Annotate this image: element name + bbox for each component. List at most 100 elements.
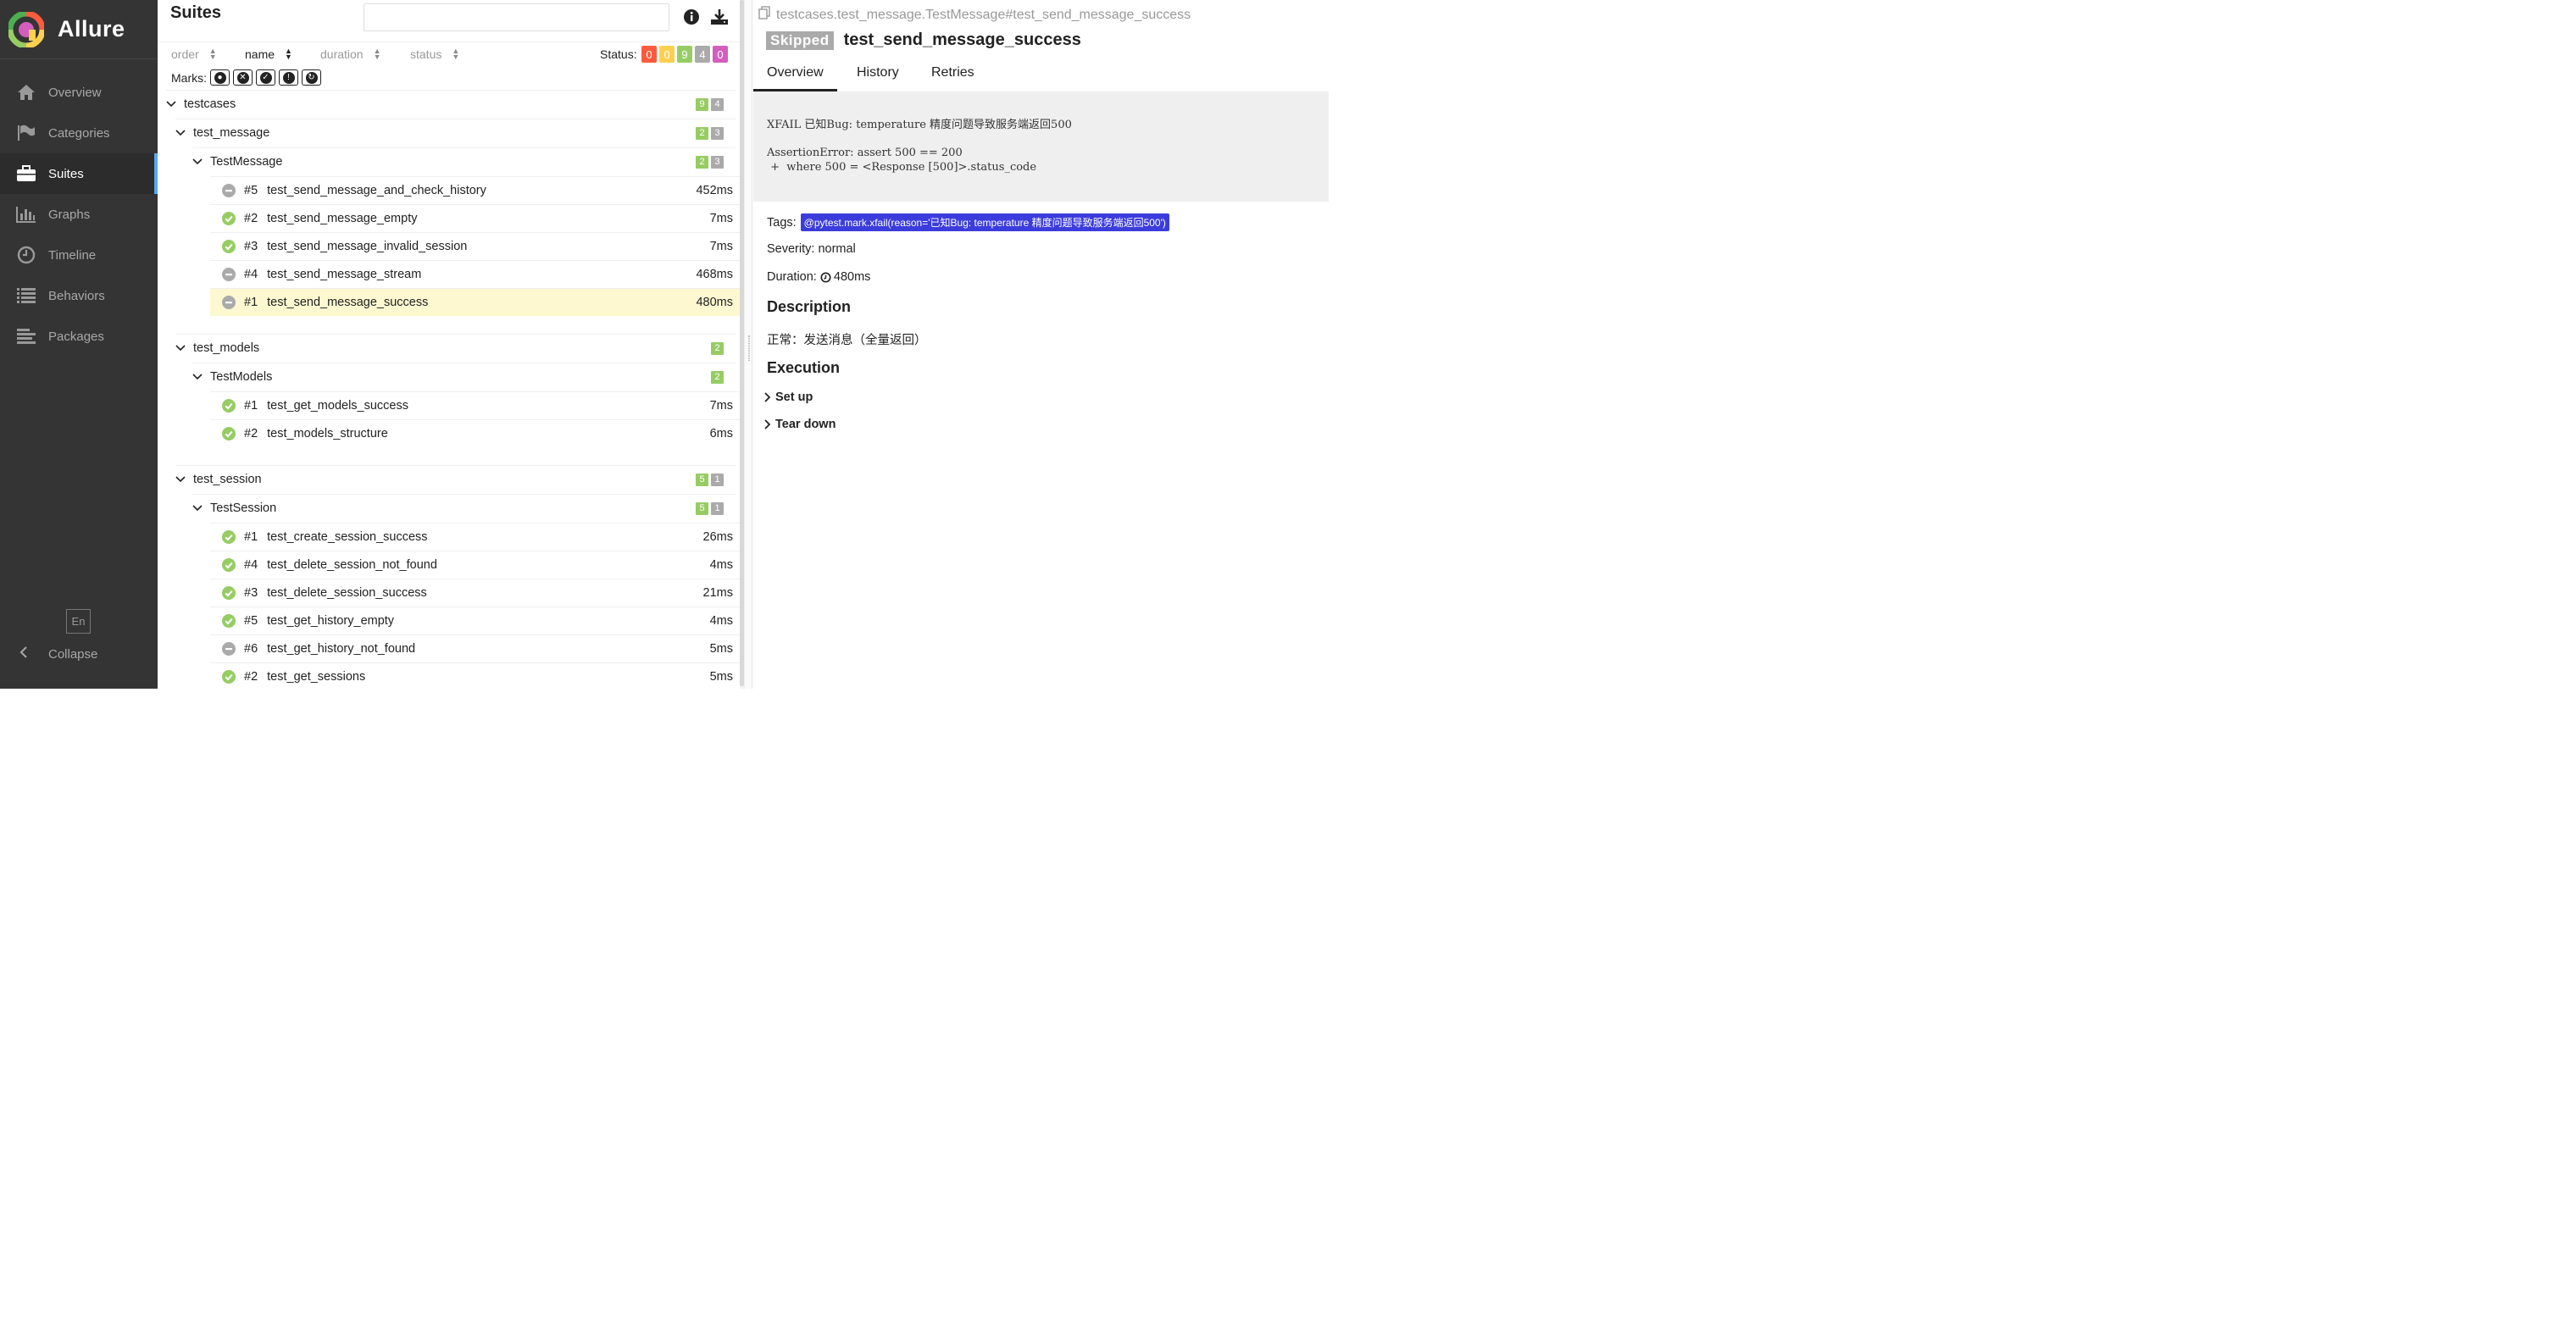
count-badges: 23 xyxy=(696,126,724,140)
test-duration: 21ms xyxy=(702,586,733,600)
test-order: #2 xyxy=(244,670,258,684)
exclamation-circle-icon: ! xyxy=(282,71,295,84)
sort-bar: order ▲ ▼ name ▲ ▼ duration ▲ ▼ status ▲ ▼ Status: … xyxy=(158,42,744,66)
test-row[interactable]: #2 test_models_structure 6ms xyxy=(210,419,744,447)
sidebar-item-behaviors[interactable]: Behaviors xyxy=(0,275,158,316)
tree-class[interactable]: TestSession 5 1 xyxy=(192,494,736,522)
test-row[interactable]: #1 test_get_models_success 7ms xyxy=(210,391,744,419)
test-name: test_get_sessions xyxy=(267,670,366,684)
sidebar-item-packages[interactable]: Packages xyxy=(0,316,158,357)
test-duration: 452ms xyxy=(696,184,733,197)
tag-badge[interactable]: @pytest.mark.xfail(reason='已知Bug: temper… xyxy=(800,213,1169,231)
status-count-badge[interactable]: 0 xyxy=(641,46,657,63)
test-row[interactable]: #4 test_send_message_stream 468ms xyxy=(210,260,744,288)
sidebar-nav: Overview Categories Suites Graphs Timeline Be… xyxy=(0,72,158,357)
pane-splitter[interactable] xyxy=(744,0,752,689)
error-line: + where 500 = <Response [500]>.status_co… xyxy=(767,161,1037,174)
collapse-button[interactable]: Collapse xyxy=(19,645,97,662)
passed-icon xyxy=(222,670,236,684)
download-icon[interactable] xyxy=(710,8,729,30)
sidebar-item-graphs[interactable]: Graphs xyxy=(0,194,158,235)
mark-toggle[interactable]: ● xyxy=(210,69,230,86)
sort-arrows-icon: ▲ ▼ xyxy=(285,47,292,61)
tree-root[interactable]: testcases 9 4 xyxy=(166,90,736,118)
splitter-grip[interactable] xyxy=(748,335,750,361)
error-line: AssertionError: assert 500 == 200 xyxy=(767,147,963,159)
tree-module[interactable]: test_message 2 3 xyxy=(175,119,736,147)
test-name: test_get_history_empty xyxy=(267,614,395,628)
mark-toggle[interactable]: ! xyxy=(279,69,298,86)
test-duration: 4ms xyxy=(709,614,733,628)
chevron-down-icon xyxy=(166,101,176,108)
error-line xyxy=(767,132,1315,146)
test-row[interactable]: #4 test_delete_session_not_found 4ms xyxy=(210,551,744,579)
severity-value: normal xyxy=(818,242,856,256)
sort-order[interactable]: order ▲ ▼ xyxy=(171,47,217,62)
mark-toggle[interactable]: ✕ xyxy=(233,69,253,86)
passed-icon xyxy=(222,212,236,225)
test-order: #4 xyxy=(244,268,258,281)
passed-icon xyxy=(222,530,236,544)
status-count-badge[interactable]: 4 xyxy=(695,46,710,63)
sort-label: duration xyxy=(320,47,364,61)
duration-label: Duration: xyxy=(767,270,817,284)
chevron-left-icon xyxy=(19,645,32,662)
test-row[interactable]: #3 test_delete_session_success 21ms xyxy=(210,579,744,607)
tab-retries[interactable]: Retries xyxy=(931,65,974,88)
brand-title: Allure xyxy=(58,16,125,42)
test-name: test_create_session_success xyxy=(267,530,428,544)
test-duration: 5ms xyxy=(709,642,733,656)
test-row[interactable]: #3 test_send_message_invalid_session 7ms xyxy=(210,232,744,260)
chevron-down-icon xyxy=(192,505,203,512)
sidebar-item-categories[interactable]: Categories xyxy=(0,113,158,153)
test-row[interactable]: #2 test_get_sessions 5ms xyxy=(210,662,744,689)
tree-class[interactable]: TestModels 2 xyxy=(192,363,736,391)
sort-name[interactable]: name ▲ ▼ xyxy=(245,47,292,62)
language-switch[interactable]: En xyxy=(66,609,91,634)
test-row[interactable]: #1 test_send_message_success 480ms xyxy=(210,288,744,316)
sort-duration[interactable]: duration ▲ ▼ xyxy=(320,47,381,62)
test-name: test_send_message_stream xyxy=(267,268,422,281)
tree-class-label: TestModels xyxy=(210,370,273,384)
test-row[interactable]: #5 test_send_message_and_check_history 452… xyxy=(210,176,744,204)
tree-class[interactable]: TestMessage 2 3 xyxy=(192,147,736,175)
sidebar-item-suites[interactable]: Suites xyxy=(0,153,158,194)
sidebar-item-overview[interactable]: Overview xyxy=(0,72,158,113)
x-circle-icon: ✕ xyxy=(236,71,249,84)
tree-module[interactable]: test_models 2 xyxy=(175,334,736,362)
status-count-badge[interactable]: 9 xyxy=(677,46,692,63)
status-filter: 00940 xyxy=(641,46,728,63)
execution-heading: Execution xyxy=(767,359,841,376)
count-badges: 51 xyxy=(696,501,724,515)
allure-logo xyxy=(7,10,46,48)
passed-icon xyxy=(222,586,236,600)
teardown-section[interactable]: Tear down xyxy=(763,418,836,431)
severity-label: Severity: xyxy=(767,242,815,256)
status-count-badge[interactable]: 0 xyxy=(659,46,675,63)
copy-icon[interactable] xyxy=(758,6,771,24)
description-text: 正常：发送消息（全量返回） xyxy=(767,334,927,347)
mark-toggle[interactable]: ✓ xyxy=(256,69,275,86)
test-order: #2 xyxy=(244,212,258,225)
tab-history[interactable]: History xyxy=(857,65,899,88)
test-duration: 26ms xyxy=(702,530,733,544)
sidebar-item-timeline[interactable]: Timeline xyxy=(0,235,158,275)
count-badge: 5 xyxy=(696,501,708,515)
test-row[interactable]: #2 test_send_message_empty 7ms xyxy=(210,204,744,232)
tree-module[interactable]: test_session 5 1 xyxy=(175,465,736,493)
sort-status[interactable]: status ▲ ▼ xyxy=(410,47,459,62)
test-row[interactable]: #5 test_get_history_empty 4ms xyxy=(210,607,744,634)
test-row[interactable]: #1 test_create_session_success 26ms xyxy=(210,523,744,551)
test-row[interactable]: #6 test_get_history_not_found 5ms xyxy=(210,634,744,662)
bar-chart-icon xyxy=(16,205,36,224)
info-icon[interactable] xyxy=(683,8,700,30)
stopwatch-icon xyxy=(820,271,831,283)
status-count-badge[interactable]: 0 xyxy=(713,46,728,63)
tab-overview[interactable]: Overview xyxy=(753,65,837,91)
marks-label: Marks: xyxy=(171,70,207,85)
mark-toggle[interactable]: ↻ xyxy=(302,69,321,86)
test-order: #1 xyxy=(244,399,258,413)
brand[interactable]: Allure xyxy=(0,0,158,59)
setup-section[interactable]: Set up xyxy=(763,391,813,404)
search-input[interactable] xyxy=(364,3,669,31)
